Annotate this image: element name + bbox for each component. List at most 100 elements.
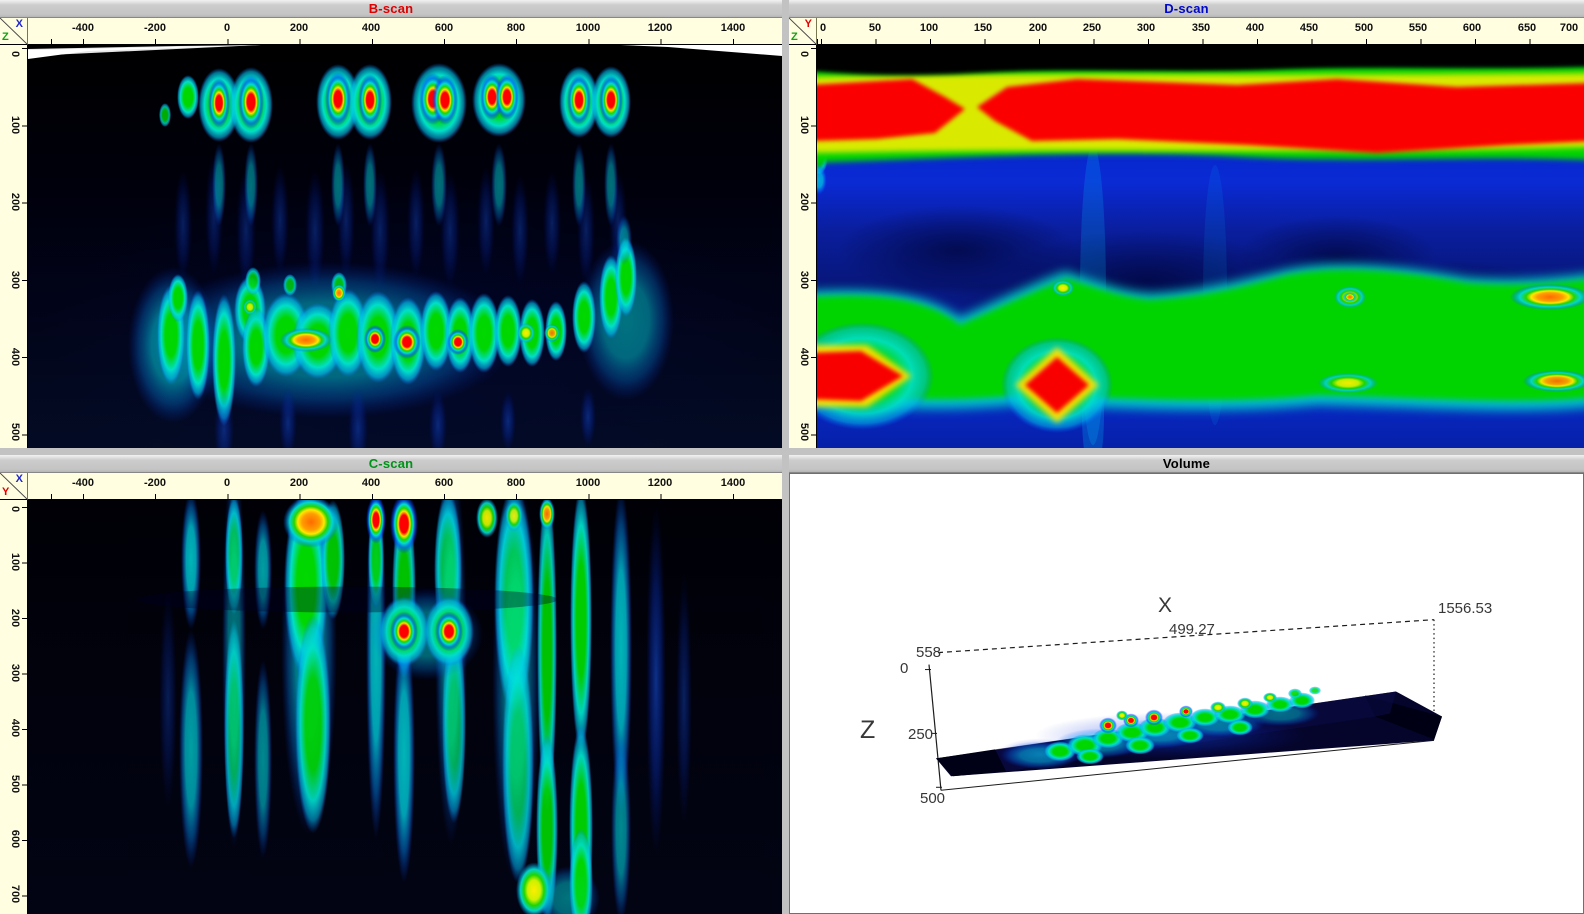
bscan-panel: B-scan X Z -400 -200 0 200 400 600 800 1… (0, 0, 782, 448)
x-tick-label: -200 (144, 477, 166, 489)
y-tick-label: 0 (9, 51, 21, 57)
x-tick-label: 0 (224, 22, 230, 34)
y-tick-label: 0 (798, 51, 810, 57)
y-tick-marks (22, 500, 27, 914)
volume-z-tick-0: 0 (900, 660, 908, 677)
dscan-axis-corner: Y Z (789, 18, 817, 45)
axis-letter-y: Y (805, 19, 812, 30)
bscan-title: B-scan (0, 0, 782, 18)
x-tick-label: 200 (290, 477, 308, 489)
bscan-x-axis: -400 -200 0 200 400 600 800 1000 1200 14… (28, 18, 782, 45)
volume-wireframe-svg (790, 474, 1583, 913)
x-tick-label: 650 (1518, 22, 1536, 34)
y-tick-label: 400 (9, 719, 21, 737)
y-tick-label: 500 (9, 775, 21, 793)
y-tick-label: 500 (9, 423, 21, 441)
axis-letter-x: X (16, 474, 23, 485)
y-tick-label: 100 (798, 116, 810, 134)
x-tick-label: 100 (920, 22, 938, 34)
cscan-x-axis: -400 -200 0 200 400 600 800 1000 1200 14… (28, 473, 782, 500)
y-tick-label: 100 (9, 116, 21, 134)
y-tick-label: 0 (9, 506, 21, 512)
x-tick-label: 1400 (721, 22, 745, 34)
x-tick-label: 450 (1300, 22, 1318, 34)
axis-letter-z: Z (2, 32, 9, 43)
x-tick-label: -200 (144, 22, 166, 34)
x-tick-marks (28, 494, 782, 499)
x-tick-label: 0 (224, 477, 230, 489)
volume-z-tick-500: 500 (920, 790, 945, 807)
y-tick-label: 700 (9, 885, 21, 903)
cscan-title: C-scan (0, 455, 782, 473)
y-tick-label: 600 (9, 830, 21, 848)
x-tick-label: 50 (869, 22, 881, 34)
y-tick-label: 500 (798, 423, 810, 441)
dscan-panel: D-scan Y Z 0 50 100 150 200 250 300 350 … (789, 0, 1584, 448)
x-tick-label: 200 (290, 22, 308, 34)
bscan-heatmap-svg (28, 45, 782, 448)
x-tick-label: -400 (72, 22, 94, 34)
x-tick-label: 400 (362, 477, 380, 489)
y-tick-marks (22, 45, 27, 448)
y-tick-label: 300 (9, 664, 21, 682)
x-tick-label: 500 (1355, 22, 1373, 34)
cscan-axis-corner: X Y (0, 473, 28, 500)
x-tick-label: 0 (820, 22, 826, 34)
x-tick-label: 800 (507, 22, 525, 34)
y-tick-label: 400 (798, 348, 810, 366)
x-tick-label: 400 (1246, 22, 1264, 34)
volume-z-tick-250: 250 (908, 726, 933, 743)
volume-x-mid-label: 499.27 (1169, 621, 1215, 638)
y-tick-label: 300 (798, 271, 810, 289)
x-tick-label: 600 (1463, 22, 1481, 34)
axis-letter-x: X (16, 19, 23, 30)
volume-panel: Volume (789, 455, 1584, 914)
axis-letter-z: Z (791, 32, 798, 43)
volume-corner-label: 558 (916, 644, 941, 661)
cscan-heatmap-svg (28, 500, 782, 914)
dscan-heatmap[interactable] (817, 45, 1584, 448)
x-tick-label: 1200 (648, 22, 672, 34)
x-tick-label: 200 (1029, 22, 1047, 34)
dscan-x-axis: 0 50 100 150 200 250 300 350 400 450 500… (817, 18, 1584, 45)
y-tick-label: 300 (9, 271, 21, 289)
y-tick-label: 100 (9, 553, 21, 571)
cscan-panel: C-scan X Y -400 -200 0 200 400 600 800 1… (0, 455, 782, 914)
x-tick-label: 600 (435, 477, 453, 489)
x-tick-label: 1000 (576, 22, 600, 34)
y-tick-label: 200 (9, 193, 21, 211)
x-tick-marks (817, 39, 1584, 44)
cscan-heatmap[interactable] (28, 500, 782, 914)
dscan-heatmap-svg (817, 45, 1584, 448)
y-tick-label: 200 (798, 193, 810, 211)
x-tick-label: 150 (974, 22, 992, 34)
dscan-title: D-scan (789, 0, 1584, 18)
x-tick-marks (28, 39, 782, 44)
dscan-y-axis: 0 100 200 300 400 500 (789, 45, 817, 448)
volume-3d-view[interactable]: X 1556.53 499.27 558 0 250 500 Z (789, 473, 1584, 914)
x-tick-label: 250 (1083, 22, 1101, 34)
axis-letter-y: Y (2, 487, 9, 498)
x-tick-label: 1000 (576, 477, 600, 489)
x-tick-label: 350 (1192, 22, 1210, 34)
x-tick-label: 800 (507, 477, 525, 489)
y-tick-label: 200 (9, 609, 21, 627)
volume-title: Volume (789, 455, 1584, 473)
x-tick-label: 400 (362, 22, 380, 34)
x-tick-label: 700 (1560, 22, 1578, 34)
x-tick-label: 550 (1409, 22, 1427, 34)
x-tick-label: 300 (1137, 22, 1155, 34)
volume-x-end-label: 1556.53 (1438, 600, 1492, 617)
y-tick-label: 400 (9, 348, 21, 366)
x-tick-label: 1200 (648, 477, 672, 489)
bscan-y-axis: 0 100 200 300 400 500 (0, 45, 28, 448)
y-tick-marks (811, 45, 816, 448)
x-tick-label: 1400 (721, 477, 745, 489)
cscan-y-axis: 0 100 200 300 400 500 600 700 (0, 500, 28, 914)
x-tick-label: 600 (435, 22, 453, 34)
bscan-heatmap[interactable] (28, 45, 782, 448)
volume-z-axis-label: Z (860, 716, 875, 745)
ndt-scan-workspace: { "bscan": { "title": "B-scan", "corner_… (0, 0, 1584, 914)
bscan-axis-corner: X Z (0, 18, 28, 45)
x-tick-label: -400 (72, 477, 94, 489)
